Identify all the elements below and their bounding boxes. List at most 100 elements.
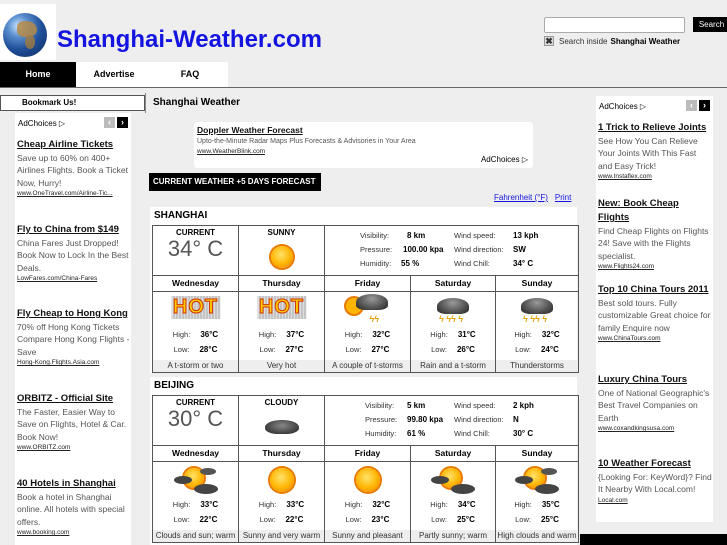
forecast-cell: HOT High: 37°C Low: 27°C Very hot [238,291,325,373]
city-block-beijing: BEIJING CURRENT 30° C CLOUDY Visibility:… [150,377,580,545]
bookmark-link[interactable]: Bookmark Us! [0,95,145,111]
ad-item: 40 Hotels in Shanghai Book a hotel in Sh… [17,477,131,538]
search-scope-label: Search inside [559,36,608,46]
main-nav: Home Advertise FAQ [0,62,228,87]
ad-title[interactable]: Fly Cheap to Hong Kong [17,307,131,321]
ad-title[interactable]: New: Book Cheap Flights [598,197,712,225]
forecast-desc: Very hot [239,360,324,372]
high-label: High: [514,500,532,509]
ad-title[interactable]: Luxury China Tours [598,373,712,387]
site-title[interactable]: Shanghai-Weather.com [57,26,322,54]
forecast-desc: High clouds and warm [496,530,579,542]
ad-title[interactable]: 40 Hotels in Shanghai [17,477,131,491]
nav-faq[interactable]: FAQ [152,62,228,87]
adchoices-link[interactable]: AdChoices ▷ [18,119,65,128]
weather-table: CURRENT 30° C CLOUDY Visibility: 5 km Pr… [152,395,580,543]
day-name: Saturday [410,275,496,292]
visibility-label: Visibility: [365,401,395,410]
condition-cell: SUNNY [238,225,325,276]
wind-chill-label: Wind Chill: [454,259,490,268]
chevron-right-icon[interactable]: › [699,100,710,111]
ad-url[interactable]: www.ORBITZ.com [17,443,131,453]
high-temp: 31°C [457,330,476,339]
ad-desc: Best sold tours. Fully customizable Grea… [598,298,711,333]
pressure-label: Pressure: [360,245,393,254]
partly-cloudy-icon [431,464,475,498]
adchoices-link[interactable]: AdChoices ▷ [481,155,528,164]
logo[interactable] [0,4,56,60]
low-label: Low: [259,345,276,354]
chevron-right-icon[interactable]: › [117,117,128,128]
ad-desc: Book a hotel in Shanghai online. All hot… [17,492,125,527]
ad-url[interactable]: www.booking.com [17,528,131,538]
chevron-left-icon[interactable]: ‹ [104,117,115,128]
fahrenheit-link[interactable]: Fahrenheit (°F) [494,193,548,202]
section-heading: CURRENT WEATHER +5 DAYS FORECAST [149,173,321,191]
ad-url[interactable]: www.coxandkingsusa.com [598,424,712,434]
high-label: High: [172,330,191,339]
ad-url[interactable]: www.Flights24.com [598,262,712,272]
high-temp: 36°C [200,330,219,339]
city-name: BEIJING [154,380,195,391]
day-name: Thursday [238,445,325,462]
high-label: High: [258,500,277,509]
ad-title[interactable]: 10 Weather Forecast [598,457,712,471]
low-temp: 28°C [199,345,218,354]
ad-item: 10 Weather Forecast {Looking For: KeyWor… [598,457,712,506]
ad-item: New: Book Cheap Flights Find Cheap Fligh… [598,197,712,272]
search-scope-checkbox[interactable]: ✖ [544,36,554,46]
humidity-label: Humidity: [365,429,397,438]
adchoices-link[interactable]: AdChoices ▷ [599,102,646,111]
low-label: Low: [431,515,447,524]
low-label: Low: [431,345,447,354]
ad-url[interactable]: LowFares.com/China-Fares [17,274,131,284]
condition-cell: CLOUDY [238,395,325,446]
ad-title[interactable]: ORBITZ - Official Site [17,392,131,406]
chevron-left-icon[interactable]: ‹ [686,100,697,111]
ad-title[interactable]: Doppler Weather Forecast [197,123,303,137]
nav-home[interactable]: Home [0,62,76,87]
ad-url[interactable]: www.OneTravel.com/Airline-Tic... [17,189,131,199]
current-temp-cell: CURRENT 30° C [152,395,239,446]
forecast-desc: Rain and a t-storm [411,360,495,372]
ad-url[interactable]: www.Instaflex.com [598,172,712,182]
wind-direction-label: Wind direction: [454,245,504,254]
day-name: Sunday [494,445,580,462]
ad-title[interactable]: Cheap Airline Tickets [17,138,131,152]
high-label: High: [430,500,448,509]
partly-cloudy-icon [515,464,559,498]
print-link[interactable]: Print [555,193,571,202]
high-label: High: [430,330,448,339]
ad-url[interactable]: Hong-Kong.Flights.Asia.com [17,358,131,368]
stats-cell: Visibility: 8 km Pressure: 100.00 kpa Hu… [323,225,580,276]
ad-url[interactable]: www.WeatherBlink.com [197,147,265,157]
forecast-desc: A t-storm or two [153,360,238,372]
search-input[interactable] [544,17,685,33]
sun-icon [269,468,294,492]
low-label: Low: [515,515,531,524]
low-temp: 22°C [199,515,218,524]
wind-direction-value: N [513,415,519,424]
pressure-label: Pressure: [365,415,398,424]
page-title: Shanghai Weather [153,97,241,108]
ad-desc: 70% off Hong Kong Tickets Compare Hong K… [17,322,130,357]
ad-url[interactable]: Local.com [598,496,712,506]
high-label: High: [172,500,191,509]
day-name: Saturday [410,445,496,462]
day-name: Wednesday [152,275,239,292]
right-ad-panel: AdChoices ▷ ‹ › 1 Trick to Relieve Joint… [596,96,713,522]
forecast-desc: Clouds and sun; warm [153,530,238,542]
ad-title[interactable]: Top 10 China Tours 2011 [598,283,712,297]
wind-speed-label: Wind speed: [454,401,496,410]
day-name: Friday [324,445,411,462]
ad-title[interactable]: Fly to China from $149 [17,223,131,237]
ad-title[interactable]: 1 Trick to Relieve Joints [598,121,712,135]
ad-url[interactable]: www.ChinaTours.com [598,334,712,344]
wind-direction-value: SW [513,245,526,254]
high-temp: 33°C [286,500,305,509]
search-button[interactable]: Search [693,17,727,32]
nav-advertise[interactable]: Advertise [76,62,152,87]
low-temp: 27°C [371,345,390,354]
weather-table: CURRENT 34° C SUNNY Visibility: 8 km Pre… [152,225,580,373]
low-label: Low: [259,515,276,524]
